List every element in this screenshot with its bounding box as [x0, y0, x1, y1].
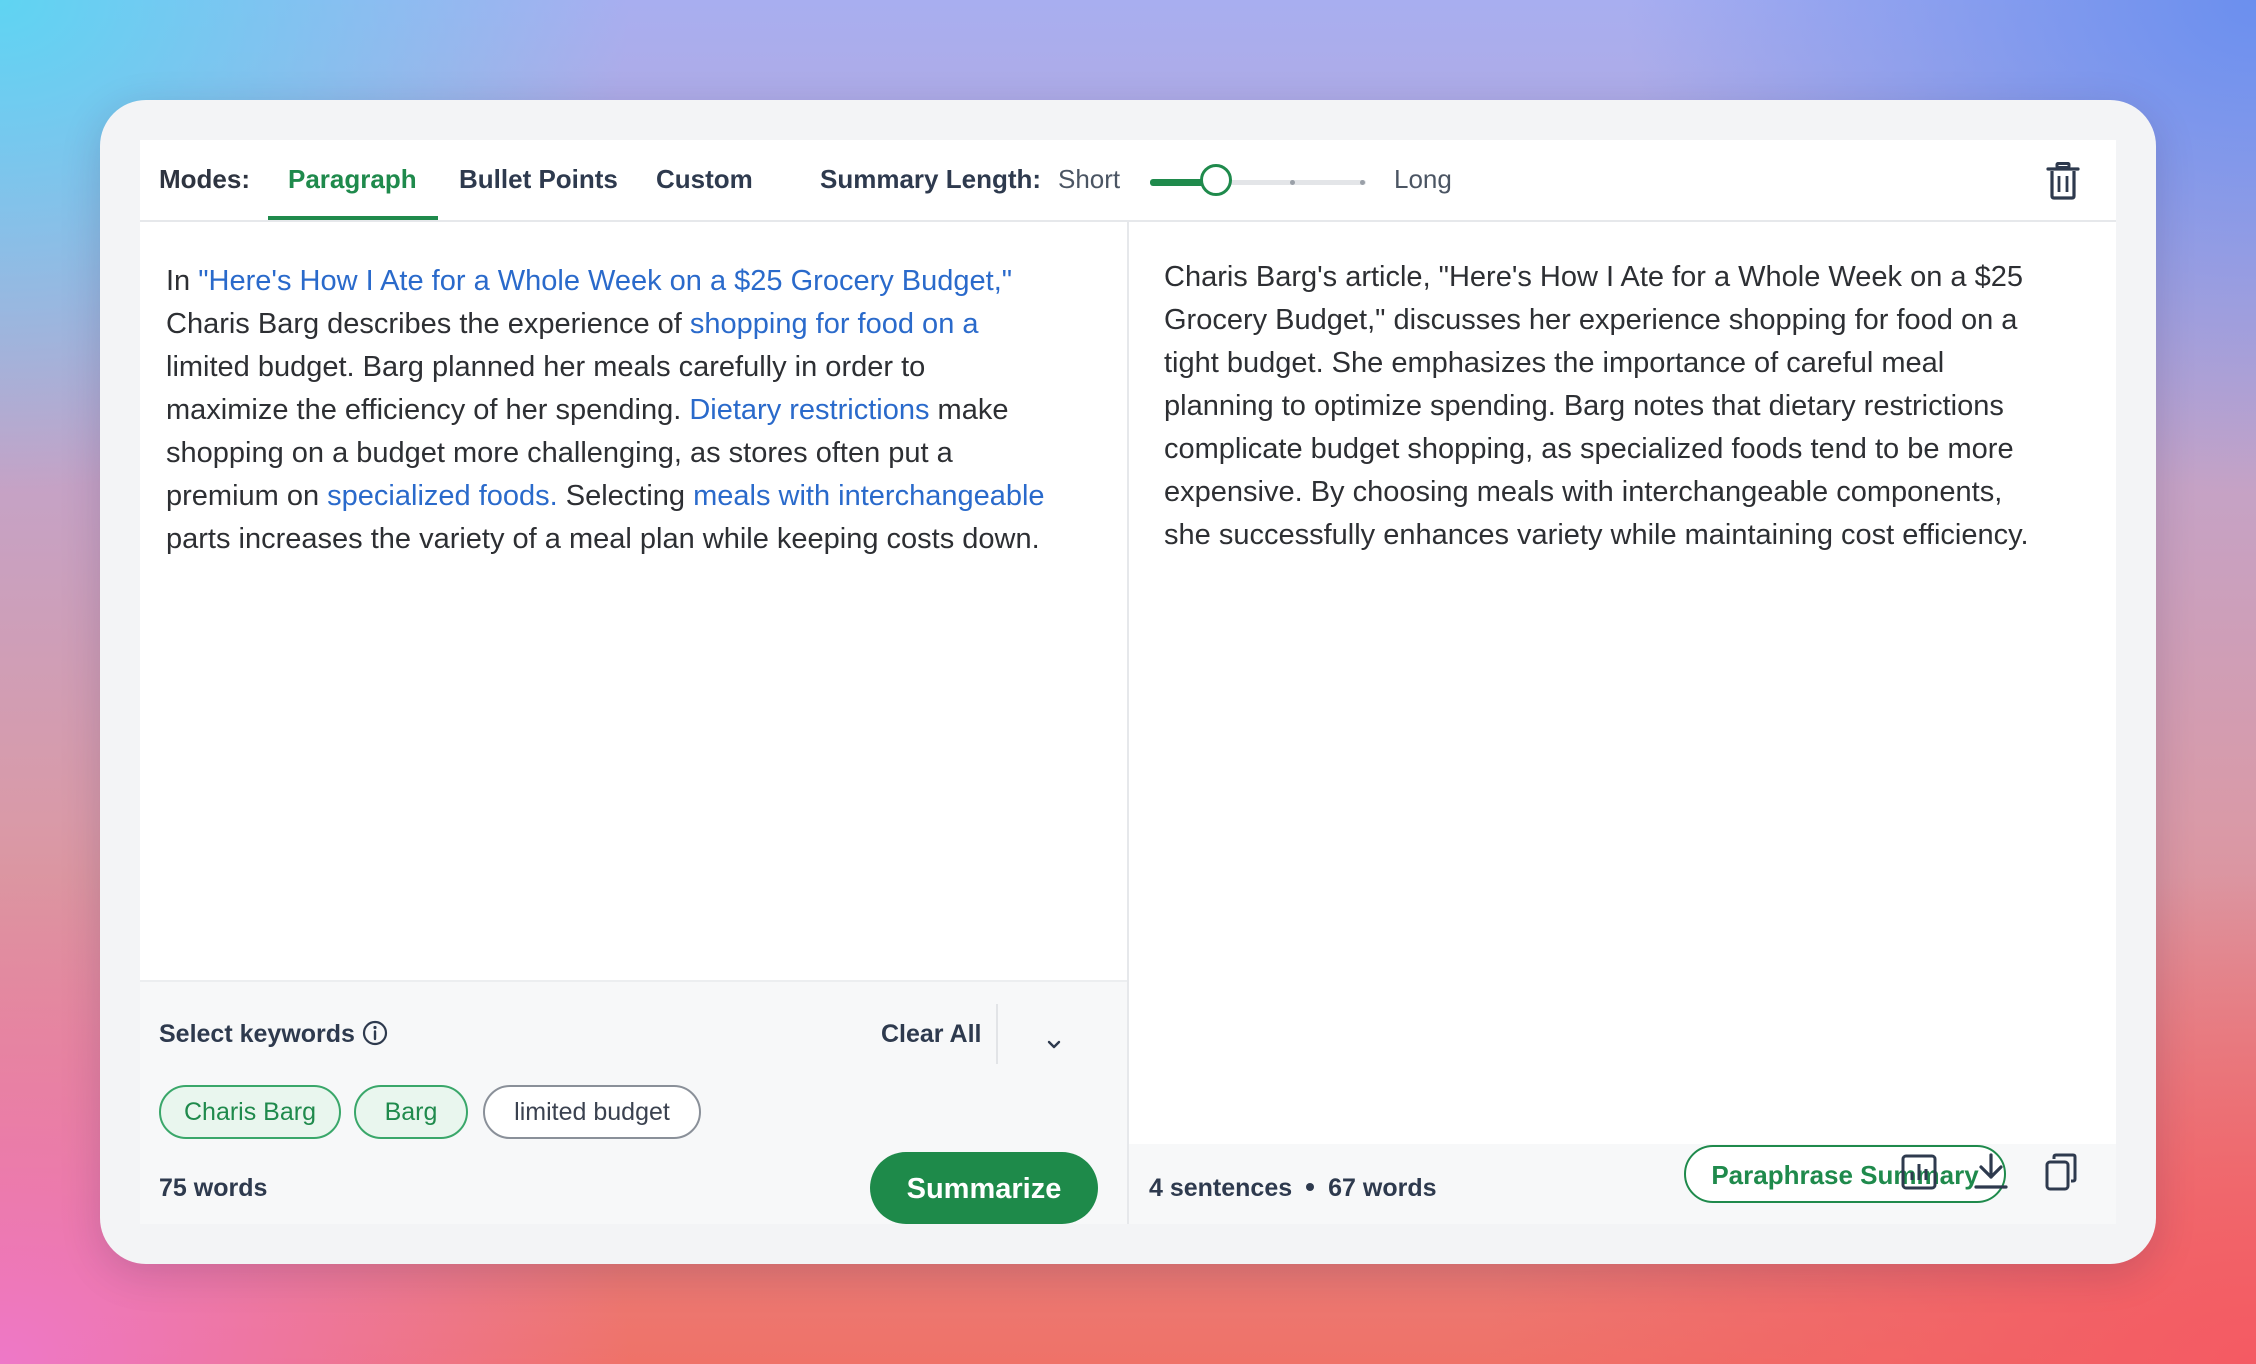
- input-text-area[interactable]: In "Here's How I Ate for a Whole Week on…: [166, 260, 1046, 561]
- length-long-label: Long: [1394, 164, 1452, 194]
- summarize-button[interactable]: Summarize: [870, 1152, 1098, 1224]
- keywords-separator: [996, 1004, 998, 1064]
- keyword-chip-charis-barg[interactable]: Charis Barg: [159, 1085, 341, 1139]
- chevron-down-icon[interactable]: [1043, 1038, 1065, 1052]
- output-stats: 4 sentences 67 words: [1149, 1174, 1437, 1202]
- text-segment: Charis Barg describes the experience of: [166, 308, 690, 340]
- select-keywords-label: Select keywords: [159, 1020, 355, 1048]
- length-short-label: Short: [1058, 164, 1121, 194]
- summarizer-card: Modes: Paragraph Bullet Points Custom Su…: [140, 140, 2116, 1224]
- text-segment: In: [166, 265, 199, 297]
- highlighted-phrase: Dietary restrictions: [689, 394, 930, 426]
- output-word-count: 67 words: [1328, 1174, 1437, 1202]
- tab-custom[interactable]: Custom: [656, 164, 753, 195]
- slider-step-dot: [1360, 180, 1365, 185]
- summary-length-slider[interactable]: [1150, 162, 1370, 202]
- download-icon[interactable]: [1972, 1152, 2010, 1192]
- highlighted-phrase: shopping for food on a: [689, 308, 979, 340]
- copy-icon[interactable]: [2042, 1152, 2080, 1192]
- app-window: Modes: Paragraph Bullet Points Custom Su…: [100, 100, 2156, 1264]
- paraphrase-summary-button[interactable]: Paraphrase Summary: [1684, 1145, 2006, 1203]
- highlighted-phrase: "Here's How I Ate for a Whole Week on a …: [198, 265, 1013, 297]
- summary-length-label: Summary Length:: [820, 164, 1042, 194]
- keyword-chip-barg[interactable]: Barg: [354, 1085, 468, 1139]
- highlighted-phrase: meals with interchangeable: [693, 480, 1045, 512]
- keyword-chip-limited-budget[interactable]: limited budget: [483, 1085, 701, 1139]
- stats-separator: [1306, 1183, 1315, 1192]
- tab-paragraph[interactable]: Paragraph: [288, 164, 417, 195]
- text-segment: parts increases the variety of a meal pl…: [166, 523, 1040, 555]
- info-icon[interactable]: [362, 1020, 388, 1046]
- modes-label: Modes:: [159, 164, 250, 194]
- text-segment: Selecting: [557, 480, 694, 512]
- clear-all-button[interactable]: Clear All: [881, 1020, 982, 1049]
- keywords-panel: Select keywords Clear All Charis Barg Ba…: [140, 980, 1127, 1224]
- tab-bullet-points[interactable]: Bullet Points: [459, 164, 618, 195]
- toolbar: Modes: Paragraph Bullet Points Custom Su…: [140, 140, 2116, 222]
- pane-divider: [1127, 220, 1129, 1224]
- input-word-count: 75 words: [159, 1174, 268, 1202]
- highlighted-phrase: specialized foods.: [327, 480, 558, 512]
- summary-output: Charis Barg's article, "Here's How I Ate…: [1164, 261, 2029, 551]
- trash-icon[interactable]: [2046, 162, 2080, 200]
- sentence-count: 4 sentences: [1149, 1174, 1293, 1202]
- slider-handle[interactable]: [1200, 164, 1232, 196]
- statistics-icon[interactable]: [1900, 1152, 1938, 1192]
- active-tab-indicator: [268, 216, 438, 220]
- slider-step-dot: [1290, 180, 1295, 185]
